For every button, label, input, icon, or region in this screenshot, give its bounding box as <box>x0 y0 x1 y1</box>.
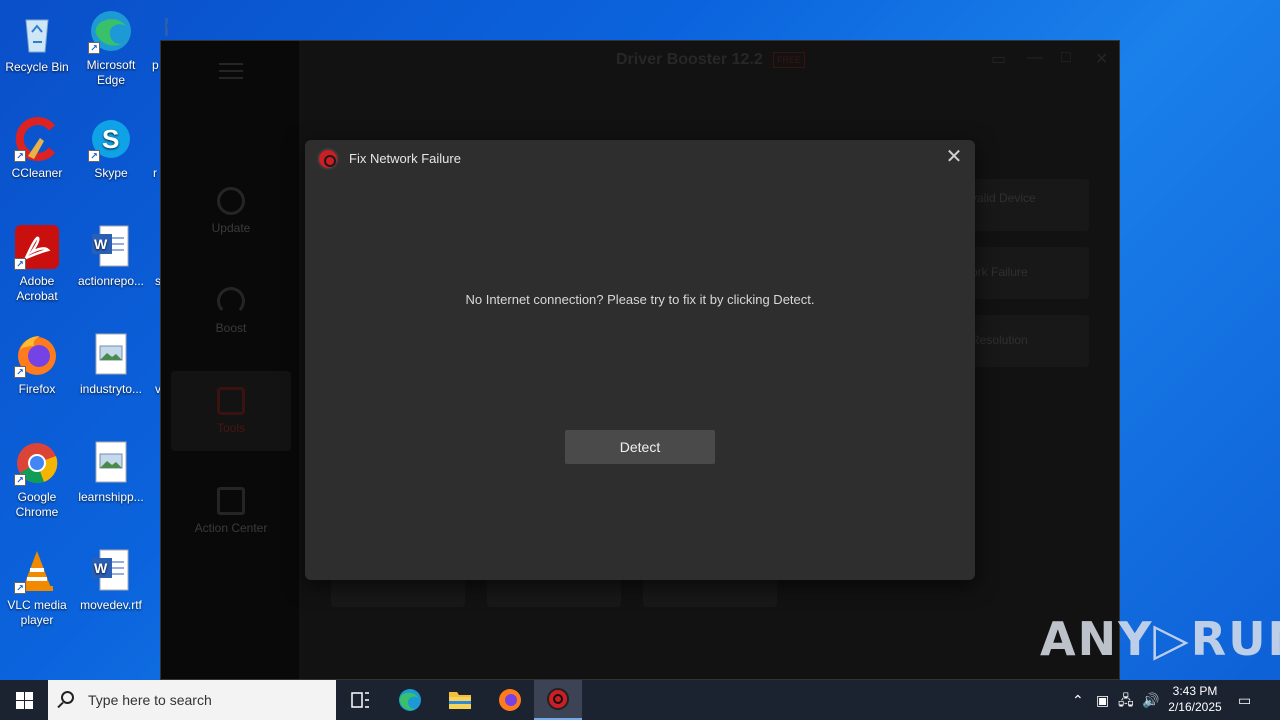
firefox-icon <box>499 689 521 711</box>
word-document-icon: W <box>88 548 134 594</box>
desktop-icon-label: industryto... <box>79 382 143 396</box>
task-view-button[interactable] <box>336 680 384 720</box>
desktop-icon-movedev[interactable]: W movedev.rtf <box>74 548 148 613</box>
desktop-icon-vlc[interactable]: ↗ VLC media player <box>0 548 74 628</box>
shortcut-arrow-icon: ↗ <box>88 42 100 54</box>
ccleaner-icon: ↗ <box>14 116 60 162</box>
driver-booster-logo-icon <box>317 148 339 170</box>
task-view-icon <box>351 692 369 708</box>
desktop-icon-label: learnshipp... <box>78 490 144 504</box>
desktop-icon-label: Skype <box>94 166 128 180</box>
edge-icon: ↗ <box>88 8 134 54</box>
notification-icon[interactable]: ▭ <box>1238 680 1251 720</box>
desktop-icon-learnshipp[interactable]: learnshipp... <box>74 440 148 505</box>
taskbar-driver-booster[interactable] <box>534 680 582 720</box>
windows-logo-icon <box>16 692 24 700</box>
svg-text:S: S <box>102 124 119 154</box>
taskbar-clock[interactable]: 3:43 PM 2/16/2025 <box>1160 683 1230 715</box>
word-document-icon: W <box>88 224 134 270</box>
image-file-icon <box>88 332 134 378</box>
skype-icon: S ↗ <box>88 116 134 162</box>
desktop-icon-label: movedev.rtf <box>80 598 142 612</box>
firefox-icon: ↗ <box>14 332 60 378</box>
desktop-icon-v[interactable]: v <box>148 382 160 397</box>
dialog-title: Fix Network Failure <box>349 151 461 166</box>
volume-icon[interactable]: 🔊 <box>1142 680 1159 720</box>
shortcut-arrow-icon: ↗ <box>14 258 26 270</box>
driver-booster-icon <box>547 688 569 710</box>
desktop-icon-label: Adobe Acrobat <box>16 274 58 303</box>
desktop-icon-skype[interactable]: S ↗ Skype <box>74 116 148 181</box>
desktop-icon-label: CCleaner <box>11 166 63 180</box>
desktop-icon-s[interactable]: s <box>148 274 160 289</box>
folder-icon <box>449 692 471 709</box>
desktop-icon-adobe-acrobat[interactable]: ↗ Adobe Acrobat <box>0 224 74 304</box>
taskbar-search-box[interactable]: Type here to search <box>48 680 336 720</box>
shortcut-arrow-icon: ↗ <box>14 474 26 486</box>
taskbar-firefox[interactable] <box>486 680 534 720</box>
desktop-icon-actionrepo[interactable]: W actionrepo... <box>74 224 148 289</box>
shortcut-arrow-icon: ↗ <box>14 150 26 162</box>
desktop-icon-label: Google Chrome <box>15 490 59 519</box>
shortcut-arrow-icon: ↗ <box>14 366 26 378</box>
desktop-icon-google-chrome[interactable]: ↗ Google Chrome <box>0 440 74 520</box>
desktop-icon-industryto[interactable]: industryto... <box>74 332 148 397</box>
desktop-icon-label: Firefox <box>18 382 56 396</box>
clock-date: 2/16/2025 <box>1168 700 1222 714</box>
dialog-message: No Internet connection? Please try to fi… <box>465 292 815 307</box>
vlc-icon: ↗ <box>14 548 60 594</box>
detect-button[interactable]: Detect <box>565 430 715 464</box>
taskbar-file-explorer[interactable] <box>436 680 484 720</box>
acrobat-icon: ↗ <box>14 224 60 270</box>
fix-network-failure-dialog: Fix Network Failure ✕ No Internet connec… <box>305 140 975 580</box>
desktop-icon-r[interactable]: r <box>148 166 160 181</box>
desktop-icon-label: VLC media player <box>7 598 67 627</box>
close-icon[interactable]: ✕ <box>943 146 965 168</box>
search-icon <box>61 691 74 704</box>
svg-text:W: W <box>94 236 108 252</box>
device-icon[interactable]: ▣ <box>1096 680 1109 720</box>
desktop-icon-edge[interactable]: ↗ Microsoft Edge <box>74 8 148 88</box>
shortcut-arrow-icon: ↗ <box>14 582 26 594</box>
start-button[interactable] <box>0 680 48 720</box>
show-hidden-icons-icon[interactable]: ⌃ <box>1072 680 1084 720</box>
svg-text:W: W <box>94 560 108 576</box>
taskbar: Type here to search ⌃ ▣ 🖧 🔊 3:43 PM 2/16… <box>0 680 1280 720</box>
desktop-icon-firefox[interactable]: ↗ Firefox <box>0 332 74 397</box>
desktop-icon-label: Microsoft Edge <box>86 58 136 87</box>
edge-icon <box>399 689 421 711</box>
image-file-icon <box>88 440 134 486</box>
anyrun-watermark: ANY▷RUN <box>1040 612 1280 666</box>
search-placeholder: Type here to search <box>88 692 212 708</box>
chrome-icon: ↗ <box>14 440 60 486</box>
taskbar-edge[interactable] <box>386 680 434 720</box>
desktop-icon-label: r <box>153 166 157 180</box>
clock-time: 3:43 PM <box>1172 684 1218 698</box>
desktop-icon-ccleaner[interactable]: ↗ CCleaner <box>0 116 74 181</box>
recycle-bin-icon <box>14 10 60 56</box>
network-icon[interactable]: 🖧 <box>1118 680 1134 720</box>
desktop-icon-label: Recycle Bin <box>5 60 69 74</box>
desktop-icon-label: actionrepo... <box>77 274 145 288</box>
desktop-icon-recycle-bin[interactable]: Recycle Bin <box>0 10 74 75</box>
shortcut-arrow-icon: ↗ <box>88 150 100 162</box>
